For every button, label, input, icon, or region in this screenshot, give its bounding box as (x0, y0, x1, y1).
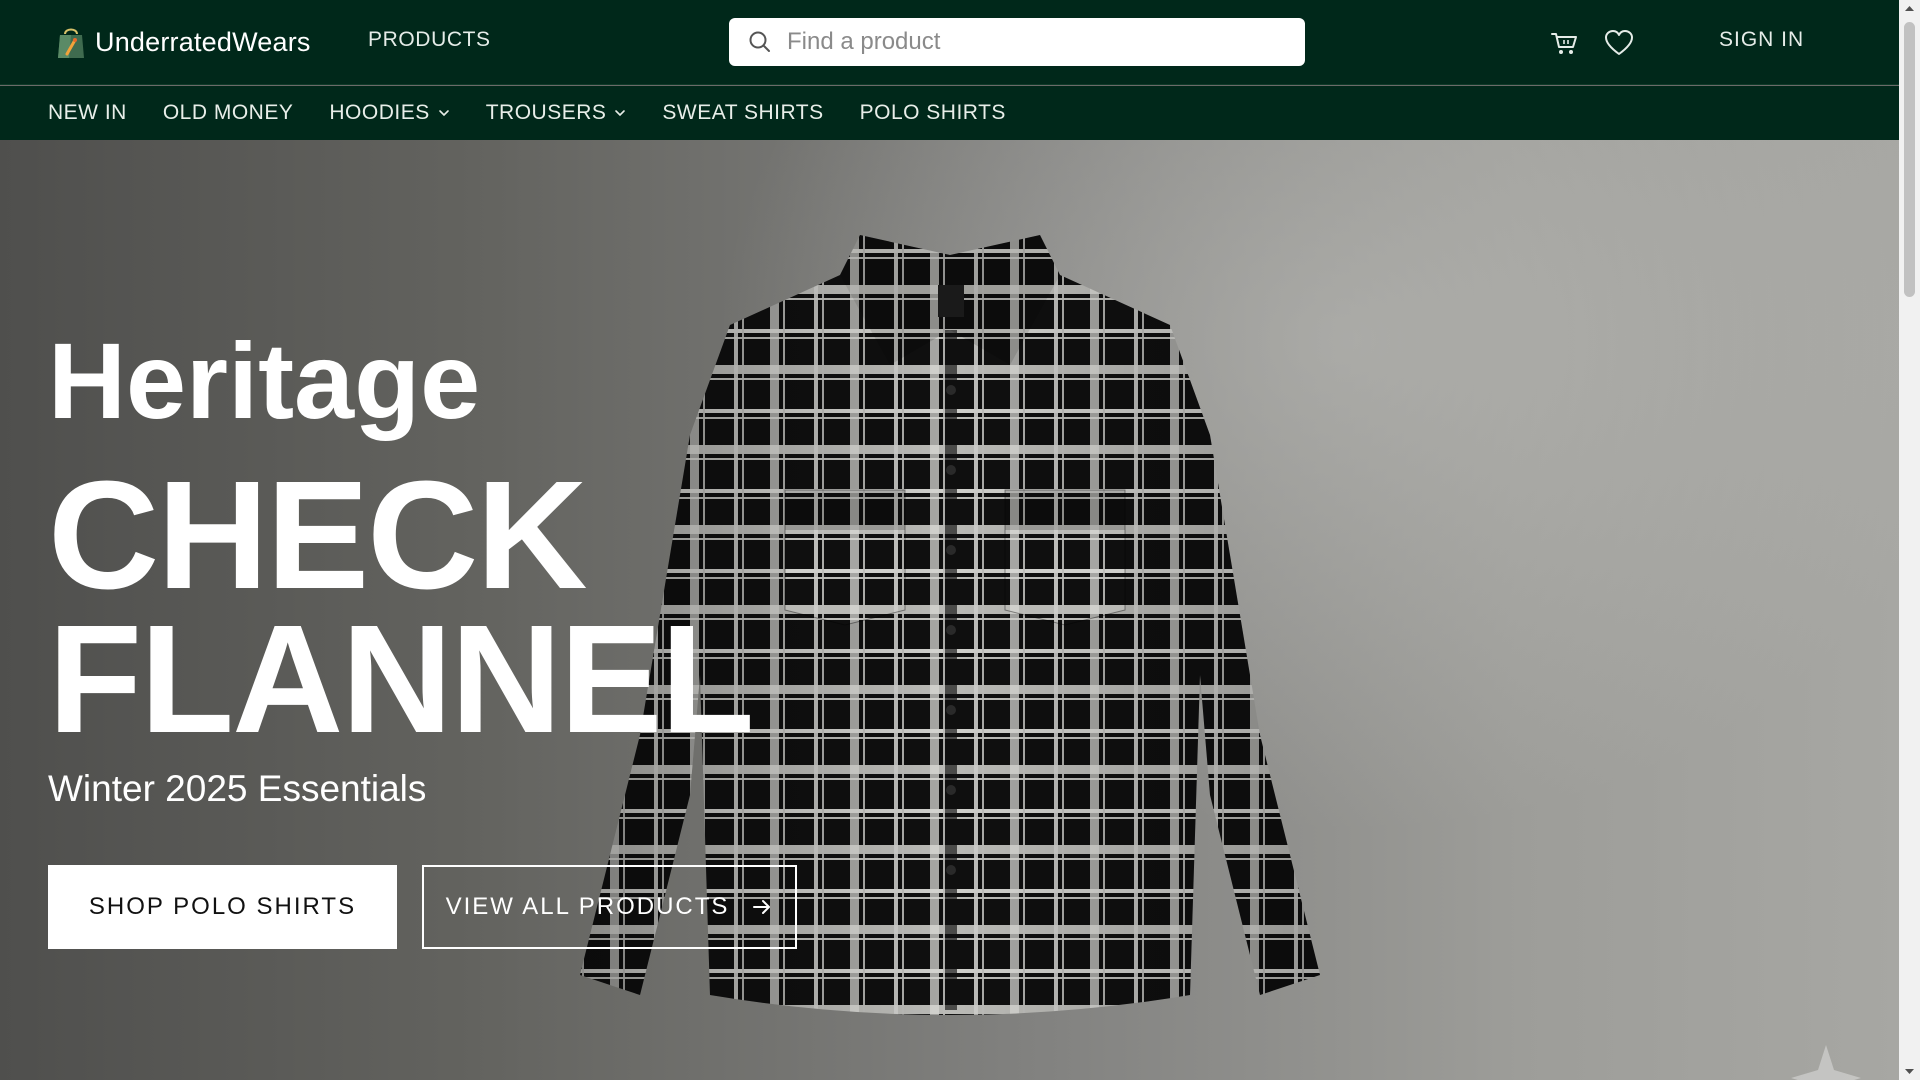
sign-in-link[interactable]: SIGN IN (1719, 28, 1804, 52)
nav-item-trousers[interactable]: TROUSERS (486, 101, 627, 125)
shopping-bag-logo-icon (58, 28, 84, 58)
sparkle-badge-icon (1791, 1045, 1861, 1080)
shop-polo-shirts-label: SHOP POLO SHIRTS (88, 893, 357, 920)
chevron-down-icon (438, 110, 449, 117)
nav-item-label: POLO SHIRTS (859, 101, 1006, 124)
view-all-products-label: VIEW ALL PRODUCTS (445, 893, 730, 920)
products-menu-link[interactable]: PRODUCTS (368, 28, 491, 52)
shop-polo-shirts-button[interactable]: SHOP POLO SHIRTS (48, 865, 397, 949)
nav-item-old-money[interactable]: OLD MONEY (163, 101, 294, 125)
cart-icon[interactable] (1548, 26, 1582, 60)
nav-item-label: TROUSERS (485, 101, 607, 124)
arrow-right-icon (753, 900, 771, 914)
nav-item-new-in[interactable]: NEW IN (48, 101, 127, 125)
nav-item-sweat-shirts[interactable]: SWEAT SHIRTS (662, 101, 823, 125)
scroll-down-arrow-icon[interactable] (1899, 1063, 1920, 1080)
vertical-scrollbar[interactable] (1899, 0, 1920, 1080)
hero-headline-line-1: CHECK (48, 449, 588, 621)
brand-name: UnderratedWears (95, 26, 311, 57)
top-bar: UnderratedWears PRODUCTS SIGN IN (0, 0, 1899, 85)
search-input[interactable] (787, 22, 1287, 62)
nav-item-hoodies[interactable]: HOODIES (329, 101, 449, 125)
hero-headline-line-2: FLANNEL (48, 593, 755, 765)
hero-subtitle: Winter 2025 Essentials (48, 768, 427, 809)
hero-kicker: Heritage (48, 320, 481, 441)
view-all-products-button[interactable]: VIEW ALL PRODUCTS (422, 865, 797, 949)
hero-banner: Heritage CHECK FLANNEL Winter 2025 Essen… (0, 140, 1899, 1080)
category-nav: NEW IN OLD MONEY HOODIES TROUSERS SWEAT … (0, 86, 1899, 140)
nav-item-label: OLD MONEY (162, 101, 294, 124)
scrollbar-thumb[interactable] (1904, 22, 1915, 297)
browser-viewport: UnderratedWears PRODUCTS SIGN IN (0, 0, 1920, 1080)
scroll-up-arrow-icon[interactable] (1899, 0, 1920, 17)
search-bar[interactable] (729, 18, 1305, 66)
search-icon (749, 31, 770, 52)
nav-item-label: SWEAT SHIRTS (662, 101, 824, 124)
heart-icon[interactable] (1602, 26, 1636, 60)
nav-item-label: NEW IN (48, 101, 127, 124)
brand-logo[interactable]: UnderratedWears (57, 24, 311, 60)
page: UnderratedWears PRODUCTS SIGN IN (0, 0, 1899, 1080)
chevron-down-icon (615, 110, 626, 117)
nav-item-label: HOODIES (329, 101, 430, 124)
nav-item-polo-shirts[interactable]: POLO SHIRTS (860, 101, 1006, 125)
